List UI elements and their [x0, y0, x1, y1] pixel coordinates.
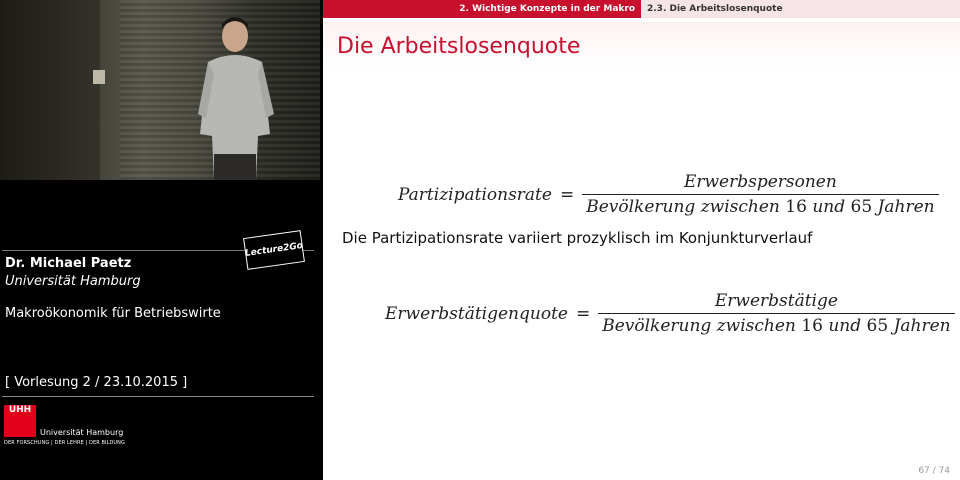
formula-denominator: Bevölkerung zwischen 16 und 65 Jahren: [582, 194, 939, 217]
lecture-date: [ Vorlesung 2 / 23.10.2015 ]: [5, 375, 188, 390]
uhh-logo: UHH: [4, 405, 36, 437]
lecturer-figure: [198, 17, 274, 180]
uhh-logo-name: Universität Hamburg: [40, 428, 124, 437]
slide-navbar: 2. Wichtige Konzepte in der Makro 2.3. D…: [323, 0, 960, 18]
slide: 2. Wichtige Konzepte in der Makro 2.3. D…: [323, 0, 960, 480]
formula-denominator: Bevölkerung zwischen 16 und 65 Jahren: [598, 313, 955, 336]
den-mid: und: [812, 197, 846, 217]
den-prefix: Bevölkerung zwischen: [602, 316, 796, 336]
divider: [2, 396, 314, 397]
formula-lhs: Partizipationsrate: [398, 184, 552, 205]
page-number: 67 / 74: [918, 466, 950, 476]
den-suffix: Jahren: [893, 316, 951, 336]
den-num2: 65: [850, 197, 873, 217]
nav-section[interactable]: 2. Wichtige Konzepte in der Makro: [323, 0, 641, 18]
formula-employment-rate: Erwerbstätigenquote = Erwerbstätige Bevö…: [385, 291, 955, 336]
formula-equals: =: [559, 184, 575, 205]
den-suffix: Jahren: [877, 197, 935, 217]
den-num1: 16: [785, 197, 807, 217]
lecturer-video: [0, 0, 320, 180]
uhh-logo-slogan: DER FORSCHUNG | DER LEHRE | DER BILDUNG: [4, 440, 125, 446]
video-wall-switch: [93, 70, 105, 84]
lecturer-university: Universität Hamburg: [5, 274, 141, 289]
video-left-wall: [0, 0, 100, 180]
formula-numerator: Erwerbstätige: [714, 291, 838, 311]
den-num1: 16: [801, 316, 823, 336]
nav-subsection[interactable]: 2.3. Die Arbeitslosenquote: [641, 0, 960, 18]
formula-numerator: Erwerbspersonen: [683, 172, 837, 192]
den-mid: und: [828, 316, 862, 336]
course-title: Makroökonomik für Betriebswirte: [5, 306, 221, 321]
slide-title: Die Arbeitslosenquote: [337, 34, 581, 59]
formula-fraction: Erwerbstätige Bevölkerung zwischen 16 un…: [598, 291, 955, 336]
den-num2: 65: [866, 316, 889, 336]
formula-participation-rate: Partizipationsrate = Erwerbspersonen Bev…: [398, 172, 939, 217]
den-prefix: Bevölkerung zwischen: [586, 197, 780, 217]
lecturer-name: Dr. Michael Paetz: [5, 256, 132, 271]
formula-fraction: Erwerbspersonen Bevölkerung zwischen 16 …: [582, 172, 939, 217]
slide-text: Die Partizipationsrate variiert prozykli…: [342, 229, 813, 247]
uhh-logo-mark: UHH: [8, 405, 32, 415]
formula-equals: =: [575, 303, 591, 324]
formula-lhs: Erwerbstätigenquote: [385, 303, 568, 324]
